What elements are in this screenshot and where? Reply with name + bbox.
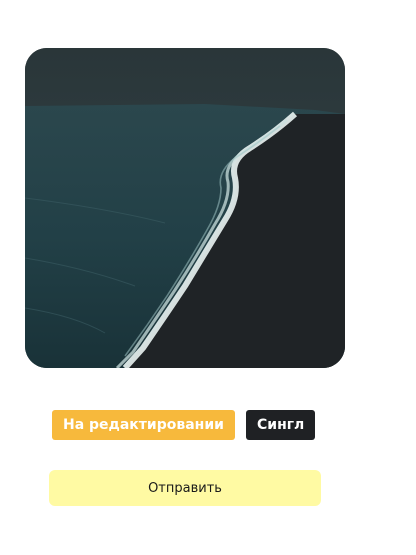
cover-art-seascape: [25, 48, 345, 368]
release-card: На редактировании Сингл Отправить: [0, 0, 416, 555]
submit-button[interactable]: Отправить: [49, 470, 321, 506]
status-badge: На редактировании: [52, 410, 235, 440]
cover-art-image: [25, 48, 345, 368]
release-type-badge: Сингл: [245, 410, 316, 440]
release-badges: На редактировании Сингл: [52, 410, 316, 440]
